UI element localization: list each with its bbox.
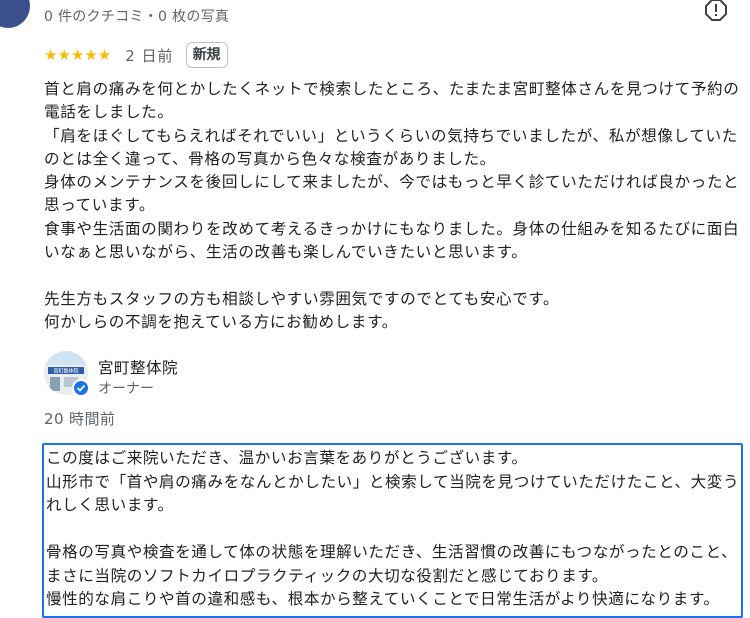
verified-badge-icon bbox=[72, 379, 90, 397]
reply-text[interactable]: この度はご来院いただき、温かいお言葉をありがとうございます。 山形市で「首や肩の… bbox=[44, 445, 741, 612]
reviewer-avatar[interactable] bbox=[0, 0, 30, 28]
review-text: 首と肩の痛みを何とかしたくネットで検索したところ、たまたま宮町整体さんを見つけて… bbox=[44, 78, 744, 334]
review-line bbox=[44, 264, 744, 287]
review-line: 食事や生活面の関わりを改めて考えるきっかけにもなりました。身体の仕組みを知るたび… bbox=[44, 219, 740, 262]
review-line: 先生方もスタッフの方も相談しやすい雰囲気ですのでとても安心です。 bbox=[44, 289, 560, 308]
owner-reply-editor[interactable]: この度はご来院いただき、温かいお言葉をありがとうございます。 山形市で「首や肩の… bbox=[42, 443, 743, 618]
owner-avatar[interactable]: 宮町整体院 bbox=[44, 351, 90, 397]
owner-name: 宮町整体院 bbox=[98, 359, 179, 377]
report-review-button[interactable] bbox=[704, 0, 728, 22]
reply-date: 20 時間前 bbox=[44, 410, 116, 428]
reply-line: 慢性的な肩こりや首の違和感も、根本から整えていくことで日常生活がより快適になりま… bbox=[46, 590, 720, 608]
owner-avatar-sign: 宮町整体院 bbox=[53, 368, 78, 375]
review-line: 何かしらの不調を抱えている方にお勧めします。 bbox=[44, 312, 398, 331]
star-rating: ★★★★★ bbox=[44, 46, 112, 64]
review-line: 「肩をほぐしてもらえればそれでいい」というくらいの気持ちでいましたが、私が想像し… bbox=[44, 126, 738, 168]
owner-role: オーナー bbox=[98, 381, 154, 397]
review-line: 身体のメンテナンスを後回しにして来ましたが、今ではもっと早く診ていただければ良か… bbox=[44, 173, 740, 215]
review-line: 首と肩の痛みを何とかしたくネットで検索したところ、たまたま宮町整体さんを見つけて… bbox=[44, 80, 740, 122]
new-badge: 新規 bbox=[185, 42, 228, 68]
rating-row: ★★★★★ 2 日前 新規 bbox=[44, 42, 228, 68]
reply-line: この度はご来院いただき、温かいお言葉をありがとうございます。 bbox=[46, 449, 528, 467]
review-date: 2 日前 bbox=[125, 46, 174, 65]
report-flag-icon bbox=[705, 0, 727, 21]
reviewer-stats: 0 件のクチコミ・0 枚の写真 bbox=[44, 9, 230, 25]
reply-line: 山形市で「首や肩の痛みをなんとかしたい」と検索して当院を見つけていただけたこと、… bbox=[46, 472, 740, 515]
reply-line: 骨格の写真や検査を通して体の状態を理解いただき、生活習慣の改善にもつながったとの… bbox=[46, 543, 738, 585]
reply-line bbox=[46, 518, 741, 542]
